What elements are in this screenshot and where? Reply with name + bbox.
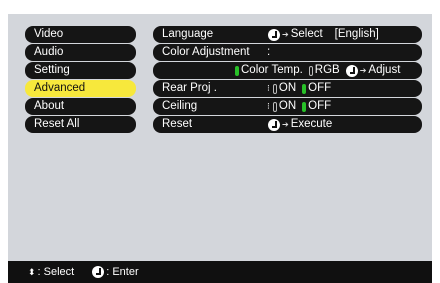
enter-icon: [92, 266, 105, 278]
status-select-text: : Select: [37, 266, 75, 278]
row-value: ➔ Select [English]: [268, 26, 379, 43]
menu-item-label: Video: [34, 28, 64, 40]
option-rgb[interactable]: RGB: [315, 62, 340, 79]
option-on[interactable]: ON: [279, 80, 296, 97]
row-separator: :: [267, 46, 271, 58]
row-value: ➔ Execute: [268, 116, 332, 133]
action-text: Adjust: [368, 64, 401, 76]
option-color-temp[interactable]: Color Temp.: [241, 62, 303, 79]
row-value: Color Temp. RGB ➔ Adjust: [235, 62, 400, 79]
row-ceiling[interactable]: Ceiling ⁝ ON OFF: [153, 98, 422, 115]
option-off[interactable]: OFF: [308, 98, 331, 115]
unselected-indicator-icon: [272, 101, 277, 112]
option-off[interactable]: OFF: [308, 80, 331, 97]
row-language[interactable]: Language ➔ Select [English]: [153, 26, 422, 43]
menu-item-label: Setting: [34, 64, 70, 76]
status-bar: ⬍ : Select : Enter: [8, 261, 432, 283]
status-enter-text: : Enter: [106, 266, 139, 278]
arrow-right-icon: ➔: [359, 66, 367, 75]
menu-item-label: Reset All: [34, 118, 80, 130]
menu-item-label: About: [34, 100, 65, 112]
row-rear-proj[interactable]: Rear Proj . ⁝ ON OFF: [153, 80, 422, 97]
selected-indicator-icon: [235, 65, 239, 76]
arrow-right-icon: ➔: [282, 30, 289, 39]
row-label: Ceiling: [162, 100, 198, 112]
menu-item-about[interactable]: About: [25, 98, 136, 115]
menu-item-audio[interactable]: Audio: [25, 44, 136, 61]
menu-item-label: Advanced: [34, 82, 86, 94]
menu-item-label: Audio: [34, 46, 64, 58]
menu-item-setting[interactable]: Setting: [25, 62, 136, 79]
row-color-adjustment[interactable]: Color Adjustment :: [153, 44, 422, 61]
arrow-right-icon: ➔: [282, 120, 289, 129]
menu-item-reset-all[interactable]: Reset All: [25, 116, 136, 133]
row-color-options[interactable]: Color Temp. RGB ➔ Adjust: [153, 62, 422, 79]
row-label: Language: [162, 28, 214, 40]
action-text: Execute: [290, 118, 333, 130]
separator-icon: ⁝: [267, 101, 270, 111]
row-value: ⁝ ON OFF: [267, 98, 331, 115]
unselected-indicator-icon: [272, 83, 277, 94]
up-down-arrows-icon: ⬍: [28, 266, 36, 277]
separator-icon: ⁝: [267, 83, 270, 93]
enter-icon: [268, 28, 280, 41]
selected-indicator-icon: [302, 101, 307, 112]
enter-icon: [268, 118, 280, 131]
row-value: ⁝ ON OFF: [267, 80, 331, 97]
unselected-indicator-icon: [308, 65, 313, 76]
menu-item-advanced[interactable]: Advanced: [25, 80, 136, 97]
status-select: ⬍ : Select: [28, 266, 74, 278]
status-enter: : Enter: [92, 266, 139, 278]
option-on[interactable]: ON: [279, 98, 296, 115]
row-reset[interactable]: Reset ➔ Execute: [153, 116, 422, 133]
enter-icon: [345, 64, 358, 77]
row-label: Reset: [162, 118, 193, 130]
menu-item-video[interactable]: Video: [25, 26, 136, 43]
action-text: Select: [290, 28, 323, 40]
selected-indicator-icon: [302, 83, 307, 94]
row-label: Color Adjustment: [162, 46, 250, 58]
language-value: [English]: [334, 28, 379, 40]
row-label: Rear Proj .: [162, 82, 217, 94]
